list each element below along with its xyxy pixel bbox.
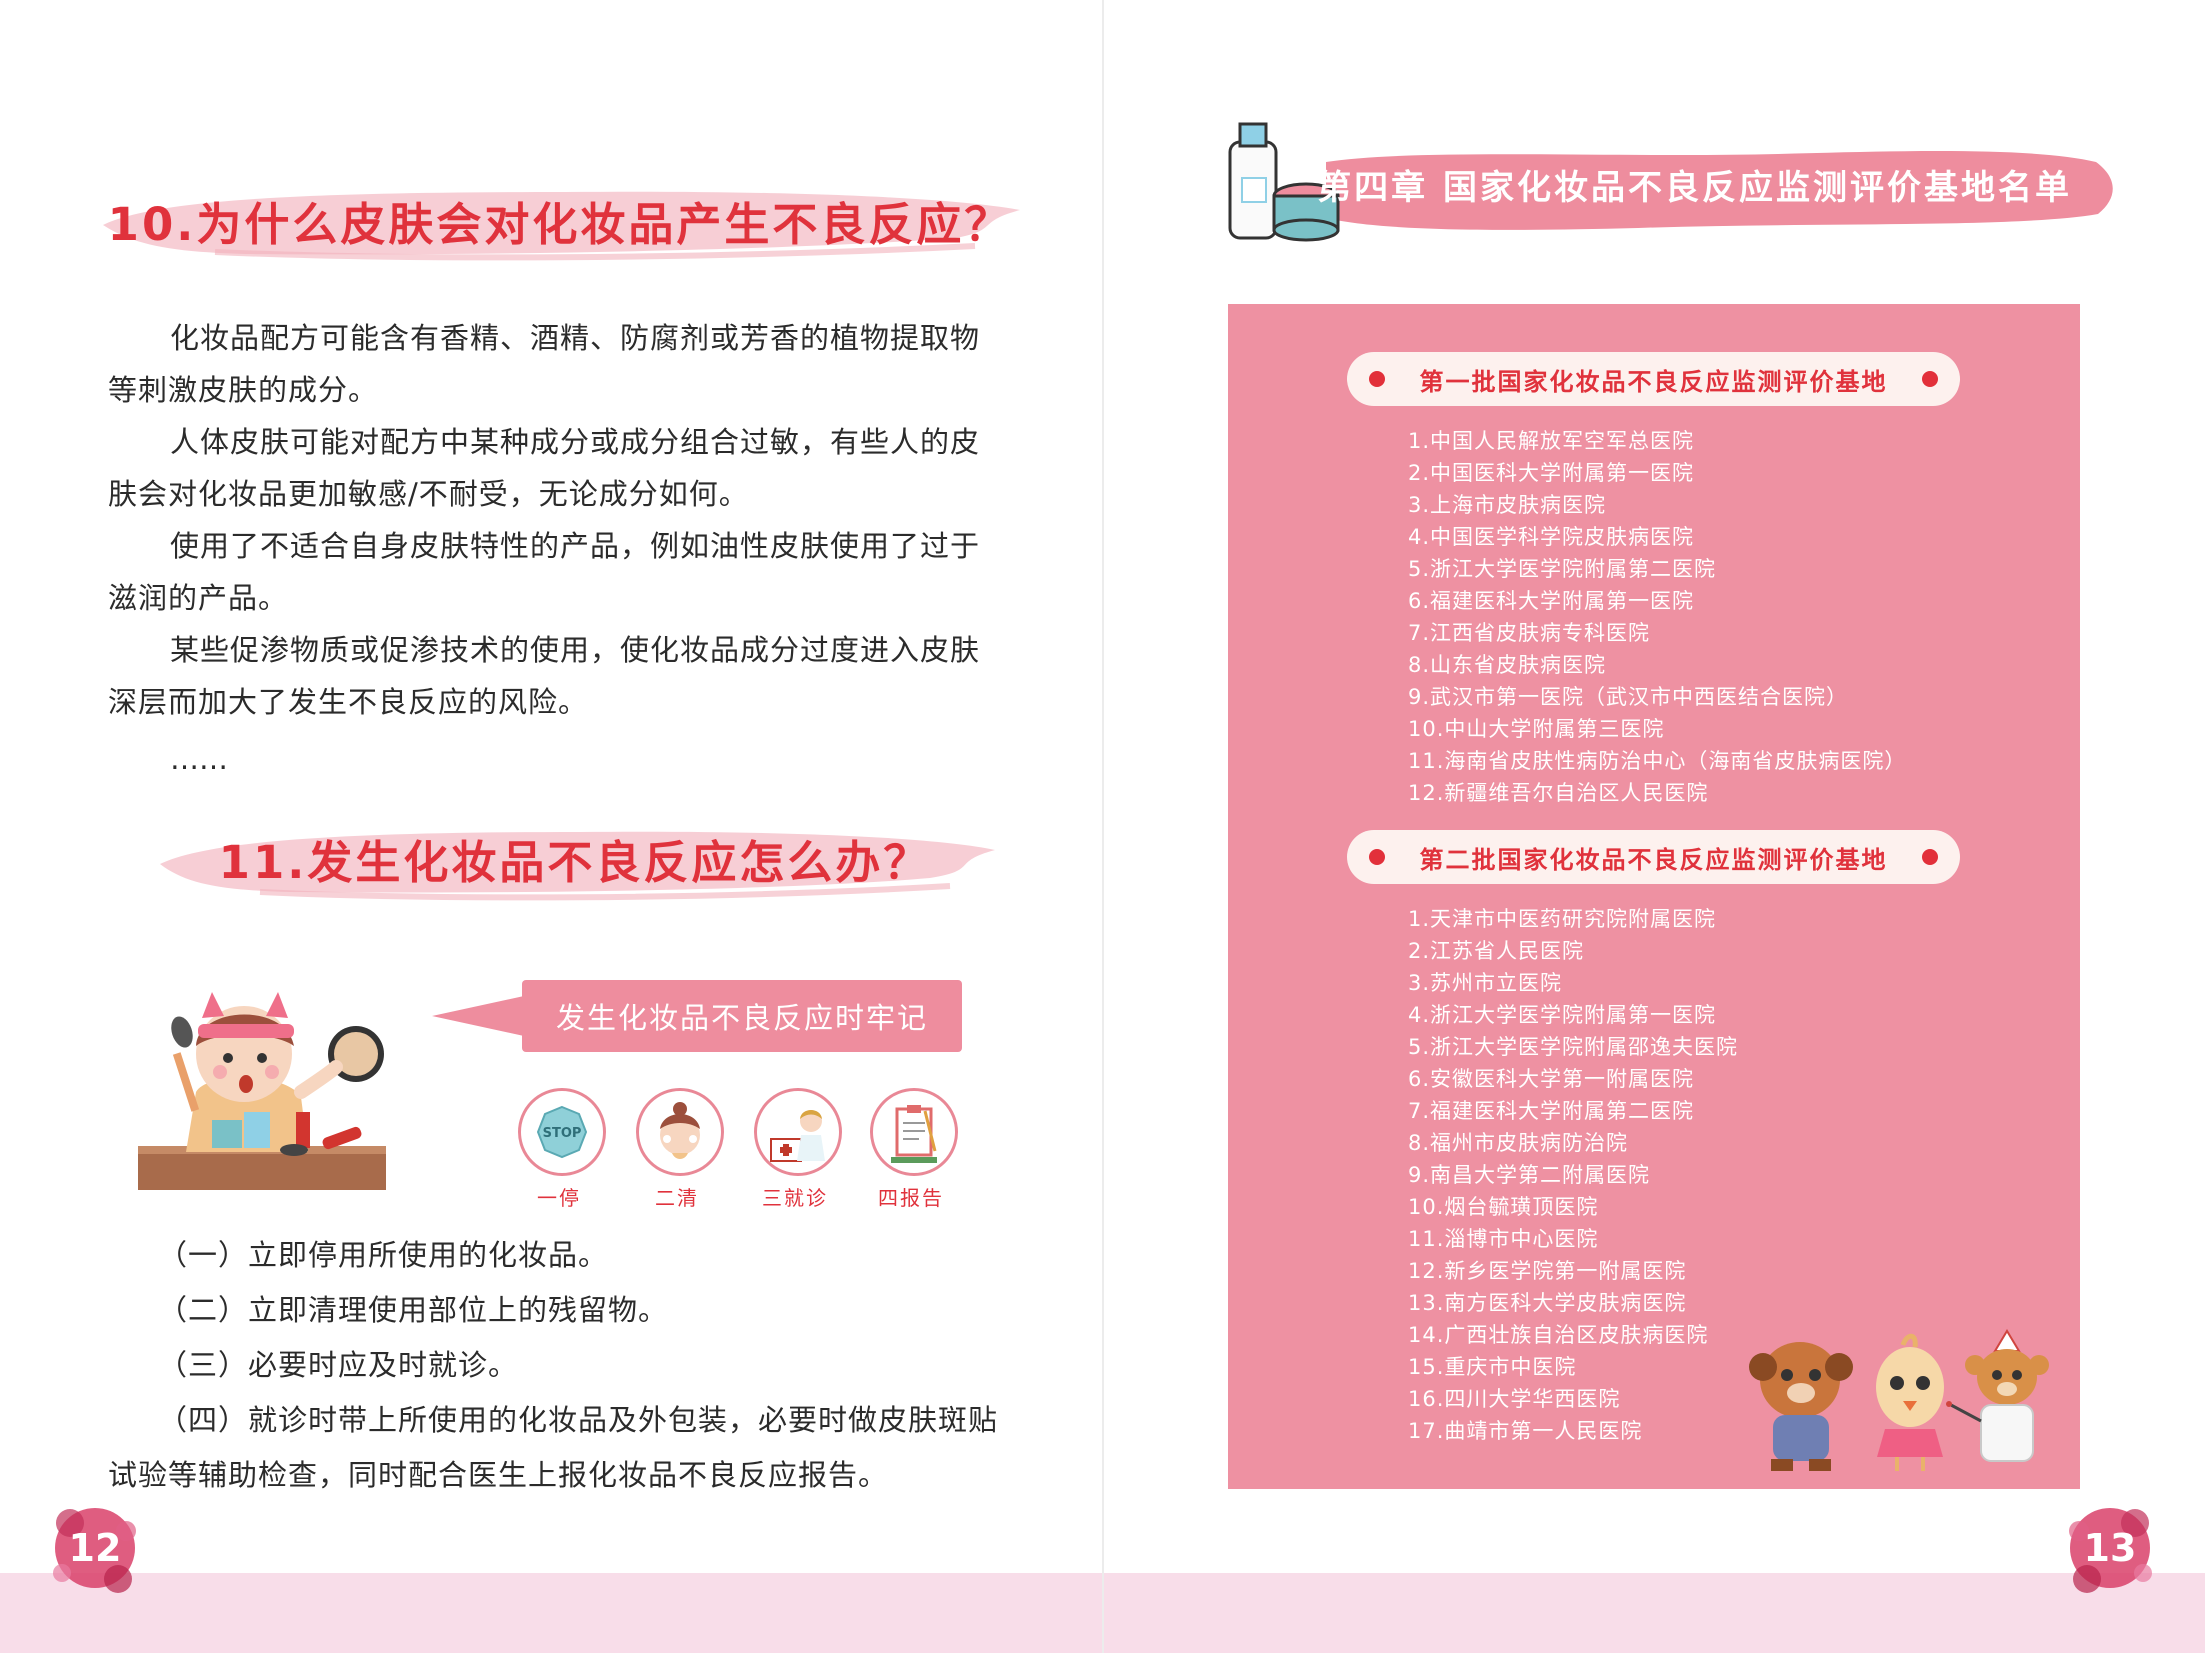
step-label-clean: 二清 (655, 1186, 699, 1210)
paragraph-3: 使用了不适合自身皮肤特性的产品，例如油性皮肤使用了过于滋润的产品。 (108, 529, 981, 615)
list-item: 13.南方医科大学皮肤病医院 (1408, 1291, 1687, 1315)
footer-band (0, 1573, 1102, 1653)
list-item: 15.重庆市中医院 (1408, 1355, 1577, 1379)
list-item: 5.浙江大学医学院附属邵逸夫医院 (1408, 1035, 1739, 1059)
list-item: 1.中国人民解放军空军总医院 (1408, 429, 1695, 453)
list-item: 6.福建医科大学附属第一医院 (1408, 589, 1695, 613)
list-item: 3.上海市皮肤病医院 (1408, 493, 1607, 517)
list-item: 4.浙江大学医学院附属第一医院 (1408, 1003, 1717, 1027)
list-item: 7.福建医科大学附属第二医院 (1408, 1099, 1695, 1123)
batch-1-list: 1.中国人民解放军空军总医院 2.中国医科大学附属第一医院 3.上海市皮肤病医院… (1408, 425, 1906, 809)
list-item: 1.天津市中医药研究院附属医院 (1408, 907, 1717, 931)
response-steps-list: （一）立即停用所使用的化妆品。 （二）立即清理使用部位上的残留物。 （三）必要时… (108, 1228, 1008, 1503)
list-item: 7.江西省皮肤病专科医院 (1408, 621, 1651, 645)
pill-dot-right (1922, 371, 1938, 387)
list-item: 8.福州市皮肤病防治院 (1408, 1131, 1629, 1155)
list-item: 10.烟台毓璜顶医院 (1408, 1195, 1599, 1219)
list-item: 11.淄博市中心医院 (1408, 1227, 1599, 1251)
list-item: 8.山东省皮肤病医院 (1408, 653, 1607, 677)
list-item: 9.武汉市第一医院（武汉市中西医结合医院） (1408, 685, 1849, 709)
list-item: 3.苏州市立医院 (1408, 971, 1563, 995)
list-item: 9.南昌大学第二附属医院 (1408, 1163, 1651, 1187)
batch-2-list: 1.天津市中医药研究院附属医院 2.江苏省人民医院 3.苏州市立医院 4.浙江大… (1408, 903, 1738, 1447)
step-item: （一）立即停用所使用的化妆品。 (158, 1238, 609, 1272)
list-item: 11.海南省皮肤性病防治中心（海南省皮肤病医院） (1408, 749, 1907, 773)
batch-2-title-text: 第二批国家化妆品不良反应监测评价基地 (1419, 845, 1888, 874)
paragraph-4: 某些促渗物质或促渗技术的使用，使化妆品成分过度进入皮肤深层而加大了发生不良反应的… (108, 633, 981, 719)
step-item: （四）就诊时带上所使用的化妆品及外包装，必要时做皮肤斑贴试验等辅助检查，同时配合… (108, 1403, 999, 1492)
chapter-title: 第四章 国家化妆品不良反应监测评价基地名单 (1317, 167, 2072, 208)
chapter-banner: 第四章 国家化妆品不良反应监测评价基地名单 (1218, 118, 2114, 250)
stop-sign-icon: STOP (518, 1088, 606, 1176)
speech-bubble-tail (432, 996, 524, 1036)
stop-sign-text: STOP (543, 1126, 582, 1141)
list-item: 2.江苏省人民医院 (1408, 939, 1585, 963)
page-number-text: 12 (68, 1526, 122, 1570)
list-item: 12.新乡医学院第一附属医院 (1408, 1259, 1687, 1283)
list-item: 14.广西壮族自治区皮肤病医院 (1408, 1323, 1709, 1347)
batch-1-title: 第一批国家化妆品不良反应监测评价基地 (1347, 352, 1960, 406)
ellipsis: …… (170, 742, 228, 776)
girl-makeup-illustration (138, 992, 386, 1190)
pill-dot-right (1922, 849, 1938, 865)
step-label-stop: 一停 (537, 1186, 581, 1210)
heading-11-text: 11.发生化妆品不良反应怎么办？ (218, 835, 932, 889)
page-number-text: 13 (2083, 1526, 2137, 1570)
list-item: 12.新疆维吾尔自治区人民医院 (1408, 781, 1709, 805)
batch-2-title: 第二批国家化妆品不良反应监测评价基地 (1347, 830, 1960, 884)
mascots-illustration (1749, 1329, 2049, 1471)
list-item: 10.中山大学附属第三医院 (1408, 717, 1665, 741)
report-clipboard-icon (870, 1088, 958, 1176)
step-item: （三）必要时应及时就诊。 (158, 1348, 519, 1382)
doctor-icon (754, 1088, 842, 1176)
step-item: （二）立即清理使用部位上的残留物。 (158, 1293, 669, 1327)
list-item: 6.安徽医科大学第一附属医院 (1408, 1067, 1695, 1091)
left-page: 10.为什么皮肤会对化妆品产生不良反应？ 化妆品配方可能含有香精、酒精、防腐剂或… (0, 0, 1102, 1653)
batch-1-title-text: 第一批国家化妆品不良反应监测评价基地 (1419, 367, 1888, 396)
page-number-12: 12 (40, 1493, 150, 1603)
paragraph-1: 化妆品配方可能含有香精、酒精、防腐剂或芳香的植物提取物等刺激皮肤的成分。 (108, 321, 981, 407)
pill-dot-left (1369, 371, 1385, 387)
face-wash-icon (636, 1088, 724, 1176)
page-number-13: 13 (2055, 1493, 2165, 1603)
list-item: 17.曲靖市第一人民医院 (1408, 1419, 1643, 1443)
list-item: 2.中国医科大学附属第一医院 (1408, 461, 1695, 485)
list-item: 4.中国医学科学院皮肤病医院 (1408, 525, 1695, 549)
step-label-doctor: 三就诊 (762, 1186, 828, 1210)
list-item: 5.浙江大学医学院附属第二医院 (1408, 557, 1717, 581)
paragraph-2: 人体皮肤可能对配方中某种成分或成分组合过敏，有些人的皮肤会对化妆品更加敏感/不耐… (108, 425, 981, 511)
footer-band (1104, 1573, 2205, 1653)
step-label-report: 四报告 (878, 1186, 944, 1210)
pill-dot-left (1369, 849, 1385, 865)
list-item: 16.四川大学华西医院 (1408, 1387, 1621, 1411)
heading-10: 10.为什么皮肤会对化妆品产生不良反应？ (95, 170, 1025, 270)
heading-10-text: 10.为什么皮肤会对化妆品产生不良反应？ (107, 197, 1013, 251)
heading-11: 11.发生化妆品不良反应怎么办？ (150, 808, 1000, 908)
speech-bubble: 发生化妆品不良反应时牢记 (522, 980, 962, 1052)
